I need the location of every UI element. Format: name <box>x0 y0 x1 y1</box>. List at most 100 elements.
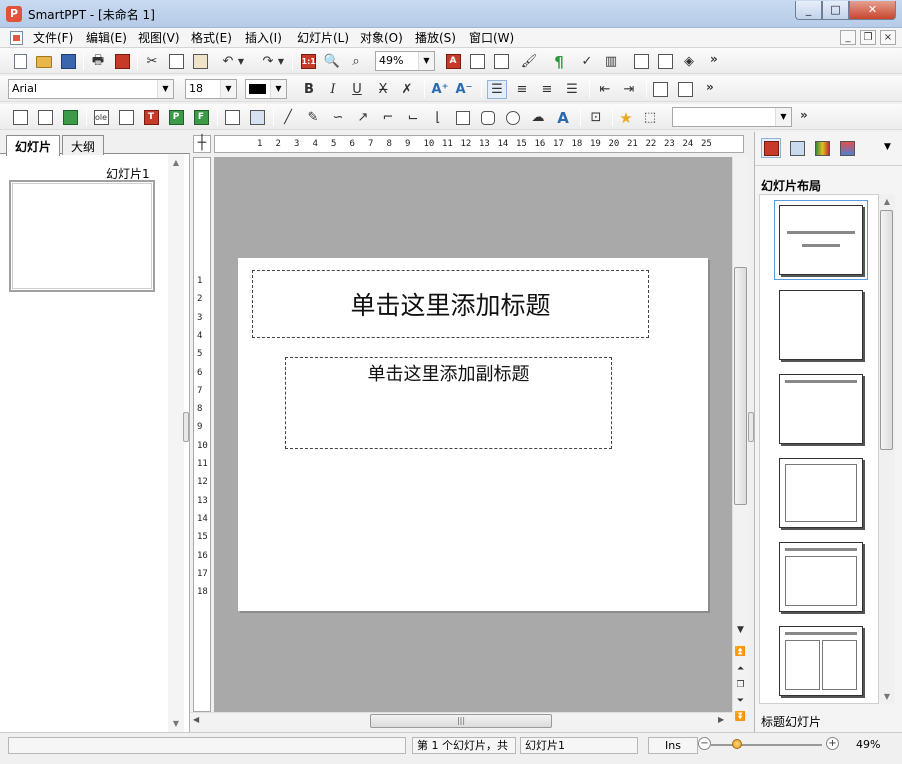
save-button[interactable] <box>58 52 78 71</box>
mdi-close-button[interactable]: × <box>880 30 896 45</box>
list-button[interactable] <box>491 52 511 71</box>
insert-table-button[interactable] <box>467 52 487 71</box>
insert-textbox-button[interactable] <box>10 108 30 127</box>
wordart-tool[interactable]: A <box>553 108 573 127</box>
first-slide-icon[interactable]: ⏫ <box>733 645 748 661</box>
open-button[interactable] <box>34 52 54 71</box>
menu-object[interactable]: 对象(O) <box>356 30 407 46</box>
toolbar3-more[interactable]: » <box>800 108 808 122</box>
canvas-horizontal-scrollbar[interactable]: ◀ ||| ▶ <box>190 712 732 729</box>
canvas-vertical-scrollbar[interactable]: ▼ ⏫ ⏶ ❐ ⏷ ⏬ <box>732 157 748 722</box>
menu-window[interactable]: 窗口(W) <box>465 30 518 46</box>
copy-button[interactable] <box>166 52 186 71</box>
strikethrough-button[interactable]: X̶ <box>373 80 393 99</box>
insert-frame-button[interactable] <box>116 108 136 127</box>
zoom-tool-button[interactable]: 🔍 <box>322 52 342 71</box>
slides-panel-scrollbar[interactable]: ▲ ▼ <box>168 154 184 732</box>
toolbar2-more[interactable]: » <box>706 80 714 94</box>
clear-format-button[interactable]: ✗ <box>397 80 417 99</box>
insert-video-button[interactable] <box>222 108 242 127</box>
task-pane-dropdown[interactable]: ▼ <box>884 142 891 152</box>
pdf-button[interactable] <box>112 52 132 71</box>
text-color-button[interactable]: A <box>443 52 463 71</box>
insert-ole-button[interactable]: ole <box>91 108 111 127</box>
minimize-button[interactable]: _ <box>795 1 822 20</box>
page-setup-button[interactable] <box>631 52 651 71</box>
chevron-down-icon[interactable]: ▼ <box>157 80 173 98</box>
tab-outline[interactable]: 大纲 <box>62 135 105 155</box>
mdi-restore-button[interactable]: ❐ <box>860 30 876 45</box>
layout-title-slide[interactable] <box>774 200 868 280</box>
curved-connector-tool[interactable]: ⌊ <box>428 108 448 127</box>
menu-view[interactable]: 视图(V) <box>134 30 184 46</box>
align-center-button[interactable]: ≡ <box>512 80 532 99</box>
scroll-up-icon[interactable]: ▲ <box>879 197 895 206</box>
align-left-button[interactable]: ☰ <box>487 80 507 99</box>
menu-play[interactable]: 播放(S) <box>411 30 460 46</box>
scroll-down-icon[interactable]: ▼ <box>879 692 895 701</box>
group-button[interactable]: ⊡ <box>586 108 606 127</box>
spellcheck-button[interactable]: ✓ <box>577 52 597 71</box>
statistics-button[interactable]: ▥ <box>601 52 621 71</box>
layout-blank[interactable] <box>779 290 863 360</box>
subtitle-placeholder[interactable]: 单击这里添加副标题 <box>285 357 612 449</box>
elbow-connector-tool[interactable]: ⌙ <box>403 108 423 127</box>
insert-picture-button[interactable]: P <box>166 108 186 127</box>
tab-slides[interactable]: 幻灯片 <box>6 135 61 156</box>
title-placeholder[interactable]: 单击这里添加标题 <box>252 270 649 338</box>
line-tool[interactable]: ╱ <box>278 108 298 127</box>
shrink-font-button[interactable]: A⁻ <box>454 80 474 99</box>
undo-dropdown[interactable]: ▼ <box>235 52 247 71</box>
font-name-select[interactable]: Arial ▼ <box>8 79 174 99</box>
insert-image-button[interactable] <box>60 108 80 127</box>
align-right-button[interactable]: ≡ <box>537 80 557 99</box>
color-scheme-pane-button[interactable] <box>812 138 832 158</box>
ruler-corner[interactable]: ┼ <box>193 135 211 153</box>
mdi-minimize-button[interactable]: _ <box>840 30 856 45</box>
insert-table-grid-button[interactable] <box>35 108 55 127</box>
actual-size-button[interactable]: 1:1 <box>298 52 318 71</box>
chevron-down-icon[interactable]: ▼ <box>270 80 286 98</box>
layout-content-only[interactable] <box>779 458 863 528</box>
layers-button[interactable]: ◈ <box>679 52 699 71</box>
print-preview-button[interactable] <box>655 52 675 71</box>
justify-button[interactable]: ☰ <box>562 80 582 99</box>
slide-thumbnail[interactable] <box>9 180 155 292</box>
connector-tool[interactable]: ⌐ <box>378 108 398 127</box>
layout-title-and-content[interactable] <box>779 542 863 612</box>
last-slide-icon[interactable]: ⏬ <box>733 710 748 726</box>
scroll-down-icon[interactable]: ▼ <box>168 719 184 728</box>
effects-button[interactable]: ★ <box>616 108 636 127</box>
layout-pane-button[interactable] <box>761 138 781 158</box>
zoom-select[interactable]: 49% ▼ <box>375 51 435 71</box>
numbering-button[interactable] <box>675 80 695 99</box>
zoom-slider-knob[interactable] <box>732 739 742 749</box>
paste-button[interactable] <box>190 52 210 71</box>
print-button[interactable]: 🖶 <box>88 52 108 71</box>
font-size-select[interactable]: 18 ▼ <box>185 79 237 99</box>
maximize-button[interactable]: □ <box>822 1 849 20</box>
chevron-down-icon[interactable]: ▼ <box>220 80 236 98</box>
layout-two-content[interactable] <box>779 626 863 696</box>
canvas-vertical-scroll-thumb[interactable] <box>734 267 747 505</box>
decrease-indent-button[interactable]: ⇤ <box>595 80 615 99</box>
increase-indent-button[interactable]: ⇥ <box>619 80 639 99</box>
bold-button[interactable]: B <box>299 80 319 99</box>
shape-select-button[interactable]: ⬚ <box>640 108 660 127</box>
paragraph-mark-button[interactable]: ¶ <box>549 52 569 71</box>
document-icon[interactable] <box>10 31 23 45</box>
zoom-in-button[interactable]: + <box>826 737 839 750</box>
pencil-tool[interactable]: ✎ <box>303 108 323 127</box>
italic-button[interactable]: I <box>323 80 343 99</box>
chevron-down-icon[interactable]: ▼ <box>775 108 791 126</box>
left-splitter-grip[interactable] <box>183 412 189 442</box>
menu-format[interactable]: 格式(E) <box>187 30 236 46</box>
menu-file[interactable]: 文件(F) <box>29 30 77 46</box>
scroll-left-icon[interactable]: ◀ <box>193 715 199 724</box>
chevron-down-icon[interactable]: ▼ <box>418 52 434 70</box>
previous-slide-icon[interactable]: ⏶ <box>733 662 748 678</box>
scroll-right-icon[interactable]: ▶ <box>718 715 724 724</box>
next-slide-icon[interactable]: ⏷ <box>733 694 748 710</box>
underline-button[interactable]: U <box>347 80 367 99</box>
zoom-slider[interactable] <box>710 744 822 746</box>
